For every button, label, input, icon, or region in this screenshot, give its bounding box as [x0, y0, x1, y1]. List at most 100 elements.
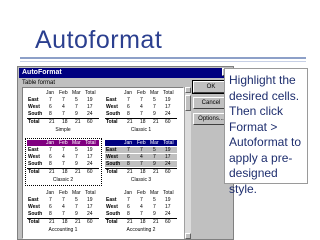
- scroll-down-icon[interactable]: [185, 233, 191, 239]
- sample-cell: 4: [62, 104, 65, 110]
- autoformat-dialog: AutoFormat × Table format JanFebMarTotal…: [17, 66, 234, 240]
- sample-cell: 7: [153, 204, 156, 210]
- sample-cell: 21: [127, 219, 133, 225]
- sample-cell: 6: [127, 154, 130, 160]
- sample-cell: 7: [140, 97, 143, 103]
- sample-cell: 7: [49, 97, 52, 103]
- sample-cell: 7: [153, 154, 156, 160]
- sample-row: South 8 7 9 24: [27, 211, 99, 217]
- sample-row: Total 21 18 21 60: [27, 118, 99, 125]
- sample-header-cell: Total: [85, 90, 96, 96]
- sample-cell: South: [106, 161, 121, 167]
- sample-cell: 21: [153, 219, 159, 225]
- sample-cell: East: [106, 97, 117, 103]
- sample-cell: 17: [87, 104, 93, 110]
- sample-cell: West: [106, 204, 118, 210]
- sample-cell: 21: [153, 119, 159, 125]
- sample-cell: 4: [140, 204, 143, 210]
- sample-row: South 8 7 9 24: [105, 211, 177, 217]
- format-name: Classic 1: [130, 127, 152, 133]
- sample-row: West 6 4 7 17: [105, 154, 177, 160]
- sample-cell: 21: [153, 169, 159, 175]
- sample-header-cell: Total: [163, 140, 174, 146]
- format-sample[interactable]: Jan Feb Mar Total East 7 7 5 19 West 6 4 7 17 South 8 7 9…: [27, 90, 99, 126]
- format-sample[interactable]: Jan Feb Mar Total East 7 7 5 19 West 6 4 7 17 South 8 7 9…: [27, 190, 99, 226]
- sample-header-cell: Total: [163, 190, 174, 196]
- sample-header-cell: Mar: [150, 90, 159, 96]
- sample-cell: Total: [106, 219, 118, 225]
- dialog-titlebar: AutoFormat: [19, 68, 232, 78]
- sample-cell: 7: [140, 111, 143, 117]
- format-sample[interactable]: Jan Feb Mar Total East 7 7 5 19 West 6 4 7 17 South 8 7 9…: [105, 140, 177, 176]
- sample-row: Total 21 18 21 60: [105, 118, 177, 125]
- sample-header-row: Jan Feb Mar Total: [105, 140, 177, 146]
- sample-cell: 19: [87, 97, 93, 103]
- sample-cell: 21: [75, 219, 81, 225]
- selected-format-frame: [25, 138, 102, 186]
- scroll-thumb[interactable]: [185, 95, 191, 111]
- sample-header-cell: Mar: [72, 90, 81, 96]
- sample-cell: South: [106, 111, 121, 117]
- callout-box: Highlight the desired cells. Then click …: [224, 68, 308, 196]
- sample-cell: East: [106, 147, 117, 153]
- sample-header-cell: Feb: [137, 140, 146, 146]
- sample-cell: 7: [140, 211, 143, 217]
- sample-row: Total 21 18 21 60: [27, 218, 99, 225]
- sample-cell: 60: [165, 169, 171, 175]
- sample-cell: Total: [28, 219, 40, 225]
- sample-cell: 7: [127, 147, 130, 153]
- sample-cell: 5: [153, 197, 156, 203]
- callout-text: Highlight the desired cells. Then click …: [229, 73, 302, 196]
- format-sample[interactable]: Jan Feb Mar Total East 7 7 5 19 West 6 4 7 17 South 8 7 9…: [105, 90, 177, 126]
- sample-cell: 17: [165, 154, 171, 160]
- sample-cell: South: [28, 211, 43, 217]
- sample-row: Total 21 18 21 60: [105, 168, 177, 175]
- sample-cell: 60: [165, 119, 171, 125]
- sample-cell: 18: [140, 119, 146, 125]
- sample-cell: South: [28, 111, 43, 117]
- sample-cell: Total: [106, 119, 118, 125]
- format-name: Accounting 2: [126, 227, 156, 233]
- sample-cell: 5: [75, 97, 78, 103]
- list-scrollbar[interactable]: [184, 87, 191, 239]
- format-list[interactable]: Jan Feb Mar Total East 7 7 5 19 West 6 4 7 17 South 8 7 9…: [22, 87, 184, 239]
- sample-cell: 21: [127, 119, 133, 125]
- sample-cell: East: [28, 97, 39, 103]
- sample-cell: 21: [127, 169, 133, 175]
- sample-cell: 60: [87, 119, 93, 125]
- sample-cell: 7: [127, 197, 130, 203]
- sample-header-cell: Jan: [46, 190, 55, 196]
- sample-cell: 5: [75, 197, 78, 203]
- sample-header-cell: Mar: [150, 140, 159, 146]
- format-name: Simple: [55, 127, 71, 133]
- sample-header-row: Jan Feb Mar Total: [105, 90, 177, 96]
- sample-cell: 8: [127, 161, 130, 167]
- sample-row: East 7 7 5 19: [105, 197, 177, 203]
- sample-cell: 6: [49, 204, 52, 210]
- sample-header-row: Jan Feb Mar Total: [105, 190, 177, 196]
- sample-cell: 60: [87, 219, 93, 225]
- sample-cell: West: [106, 104, 118, 110]
- sample-cell: 8: [49, 211, 52, 217]
- title-rule: [20, 57, 306, 59]
- sample-cell: 24: [87, 111, 93, 117]
- sample-cell: 7: [62, 111, 65, 117]
- sample-header-cell: Feb: [137, 90, 146, 96]
- sample-row: East 7 7 5 19: [105, 97, 177, 103]
- sample-cell: 6: [127, 204, 130, 210]
- sample-cell: East: [28, 197, 39, 203]
- sample-row: West 6 4 7 17: [105, 204, 177, 210]
- sample-cell: 18: [62, 219, 68, 225]
- sample-cell: 7: [140, 197, 143, 203]
- sample-cell: West: [106, 154, 118, 160]
- slide-title: Autoformat: [35, 26, 163, 54]
- sample-cell: 7: [75, 104, 78, 110]
- dialog-title: AutoFormat: [22, 69, 62, 76]
- sample-cell: 6: [49, 104, 52, 110]
- sample-cell: 9: [153, 211, 156, 217]
- table-format-label: Table format: [22, 80, 56, 86]
- sample-cell: 4: [140, 104, 143, 110]
- scroll-up-icon[interactable]: [185, 87, 191, 93]
- format-sample[interactable]: Jan Feb Mar Total East 7 7 5 19 West 6 4 7 17 South 8 7 9…: [105, 190, 177, 226]
- sample-header-cell: Mar: [150, 190, 159, 196]
